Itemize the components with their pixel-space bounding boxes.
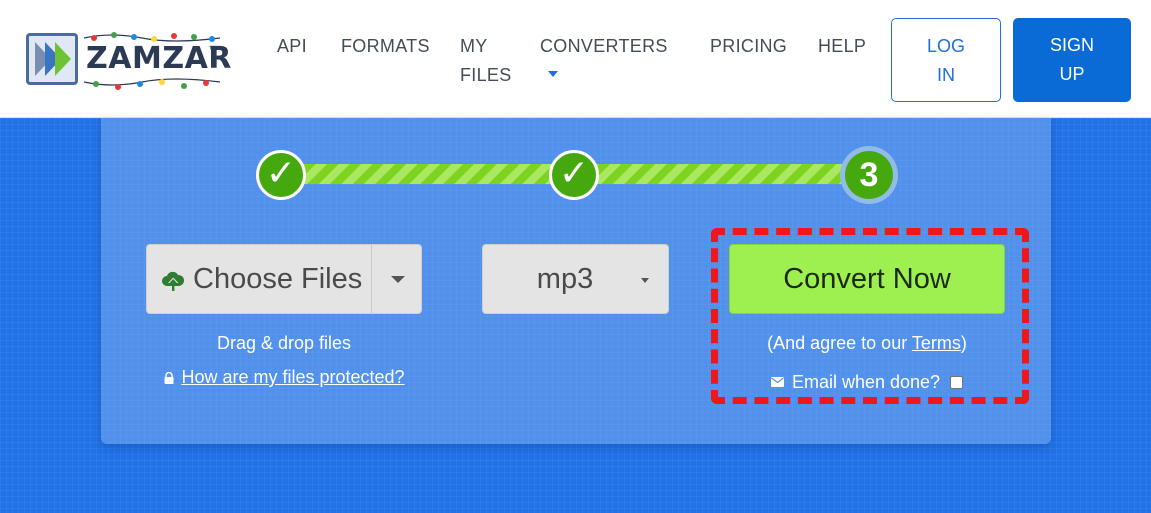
files-protected-link[interactable]: How are my files protected? (181, 367, 404, 387)
nav-my-files[interactable]: MY FILES (460, 32, 512, 90)
login-label-line2: IN (937, 65, 955, 85)
checkmark-icon: ✓ (558, 153, 590, 194)
nav-pricing[interactable]: PRICING (710, 32, 787, 61)
email-when-done-label: Email when done? (791, 372, 941, 392)
step-2-complete: ✓ (549, 150, 599, 200)
nav-api[interactable]: API (277, 32, 307, 61)
format-selected-value: mp3 (536, 263, 594, 295)
envelope-icon (770, 377, 784, 387)
nav-my-files-line2: FILES (460, 65, 512, 85)
top-navbar: ZAMZAR ™ API FORMATS MY FILES CONVERTERS… (0, 0, 1151, 118)
zamzar-logo[interactable]: ZAMZAR ™ (24, 30, 231, 92)
login-label-line1: LOG (926, 36, 965, 56)
choose-files-divider (371, 245, 372, 313)
chevron-down-icon (548, 71, 558, 78)
chevron-down-icon (641, 278, 649, 283)
nav-help[interactable]: HELP (818, 32, 866, 61)
logo-trademark: ™ (208, 44, 217, 54)
format-select[interactable]: mp3 (482, 244, 669, 314)
signup-label-line1: SIGN (1049, 35, 1094, 55)
step-1-complete: ✓ (256, 150, 306, 200)
nav-converters[interactable]: CONVERTERS (540, 32, 668, 90)
logo-arrows-icon (26, 33, 78, 85)
chevron-down-icon[interactable] (391, 276, 405, 283)
step-3-current: 3 (840, 146, 898, 204)
agree-suffix: ) (960, 333, 967, 353)
signup-button[interactable]: SIGN UP (1013, 18, 1131, 102)
email-when-done-checkbox[interactable] (950, 376, 964, 389)
agree-prefix: (And agree to our (767, 333, 912, 353)
nav-converters-label: CONVERTERS (540, 36, 668, 56)
nav-my-files-line1: MY (460, 36, 488, 56)
checkmark-icon: ✓ (265, 153, 297, 194)
login-button[interactable]: LOG IN (891, 18, 1001, 102)
email-when-done-row: Email when done? (729, 370, 1005, 394)
terms-link[interactable]: Terms (912, 333, 961, 353)
choose-files-button[interactable]: Choose Files (146, 244, 422, 314)
signup-label-line2: UP (1059, 64, 1085, 84)
convert-now-button[interactable]: Convert Now (729, 244, 1005, 314)
drag-drop-hint: Drag & drop files (216, 333, 352, 353)
terms-agreement: (And agree to our Terms) (729, 331, 1005, 355)
protected-info: How are my files protected? (146, 365, 422, 389)
lock-icon (164, 372, 174, 384)
step-3-number: 3 (845, 151, 893, 199)
nav-formats[interactable]: FORMATS (341, 32, 430, 61)
choose-files-label: Choose Files (193, 263, 363, 295)
